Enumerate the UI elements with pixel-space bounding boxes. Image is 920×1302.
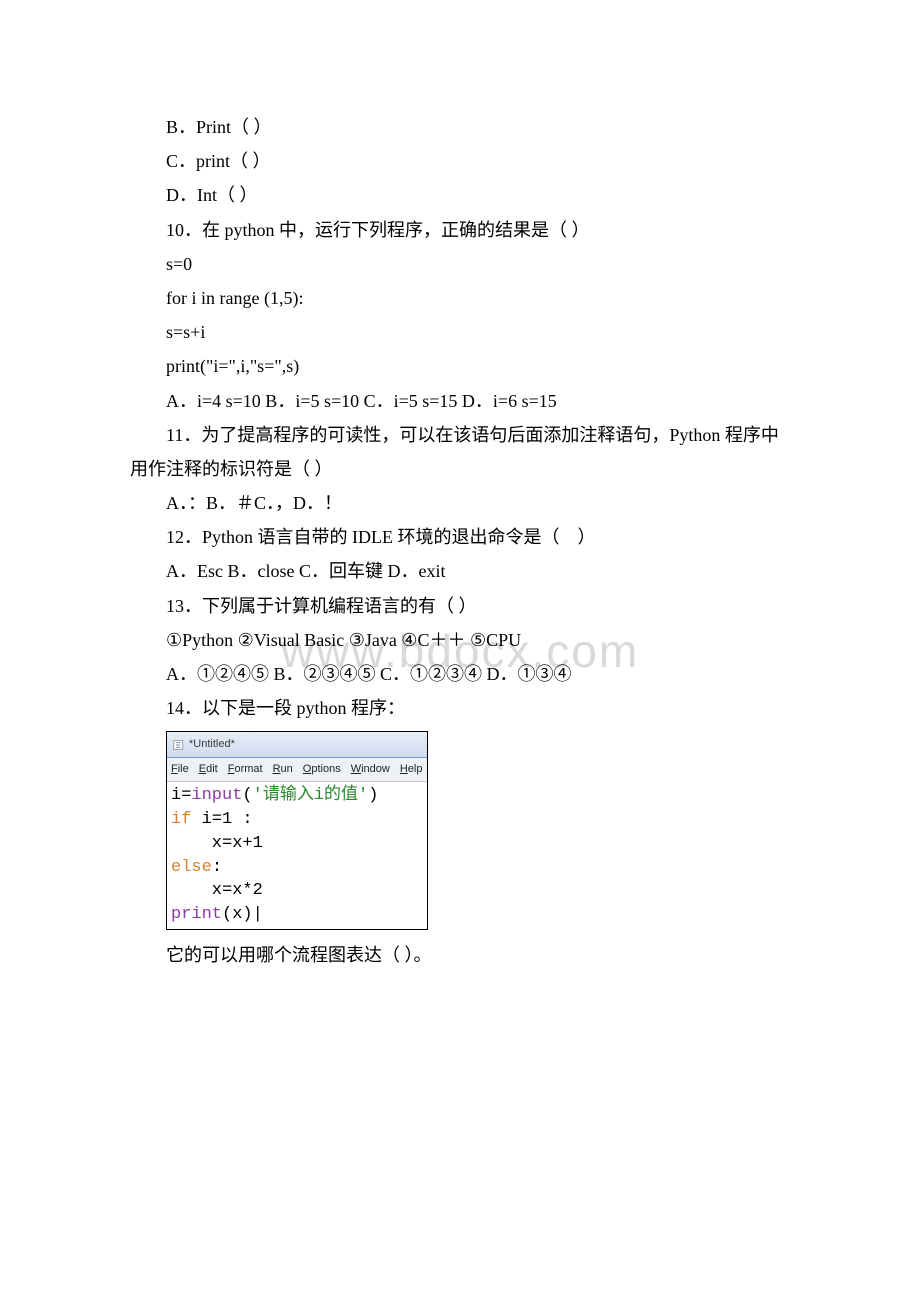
code-token: i=1 : [191,810,252,829]
q10-code-line2: for i in range (1,5): [130,281,790,315]
q10-options: A．i=4 s=10 B．i=5 s=10 C．i=5 s=15 D．i=6 s… [130,384,790,418]
editor-title-bar: *Untitled* [167,732,427,758]
code-token: x=x+1 [171,834,263,853]
q10-code-line3: s=s+i [130,315,790,349]
editor-menu-bar: File Edit Format Run Options Window Help [167,758,427,782]
menu-help[interactable]: Help [400,759,423,780]
code-token: input [191,786,242,805]
q10-code-line1: s=0 [130,247,790,281]
code-token: : [212,858,222,877]
question-11: 11．为了提高程序的可读性，可以在该语句后面添加注释语句，Python 程序中用… [130,418,790,486]
menu-options[interactable]: Options [303,759,341,780]
menu-window[interactable]: Window [351,759,390,780]
menu-edit[interactable]: Edit [199,759,218,780]
option-b: B．Print（ ） [130,110,790,144]
q13-options: A．①②④⑤ B．②③④⑤ C．①②③④ D．①③④ [130,657,790,691]
menu-run[interactable]: Run [273,759,293,780]
code-token: x=x*2 [171,881,263,900]
code-token: print [171,905,222,924]
q11-options: A．：B．＃C．，D．！ [130,486,790,520]
code-token: else [171,858,212,877]
editor-code-body: i=input('请输入i的值') if i=1 : x=x+1 else: x… [167,782,427,929]
question-13: 13．下列属于计算机编程语言的有（ ） [130,589,790,623]
q10-code-line4: print("i=",i,"s=",s) [130,349,790,383]
question-10: 10．在 python 中，运行下列程序，正确的结果是（ ） [130,213,790,247]
option-c: C．print（ ） [130,144,790,178]
question-12: 12．Python 语言自带的 IDLE 环境的退出命令是（ ） [130,520,790,554]
code-token: i= [171,786,191,805]
editor-title-text: *Untitled* [189,734,235,755]
q13-items: ①Python ②Visual Basic ③Java ④C＋＋ ⑤CPU [130,623,790,657]
menu-format[interactable]: Format [228,759,263,780]
python-file-icon [173,739,185,751]
q14-followup: 它的可以用哪个流程图表达（ ）。 [130,938,790,972]
code-editor-window: *Untitled* File Edit Format Run Options … [166,731,428,930]
question-14: 14．以下是一段 python 程序： [130,691,790,725]
q12-options: A．Esc B．close C．回车键 D．exit [130,554,790,588]
code-token: ( [242,786,252,805]
code-token: if [171,810,191,829]
code-token: (x)| [222,905,263,924]
code-token: '请输入i的值' [253,786,369,805]
code-token: ) [368,786,378,805]
menu-file[interactable]: File [171,759,189,780]
option-d: D．Int（ ） [130,178,790,212]
